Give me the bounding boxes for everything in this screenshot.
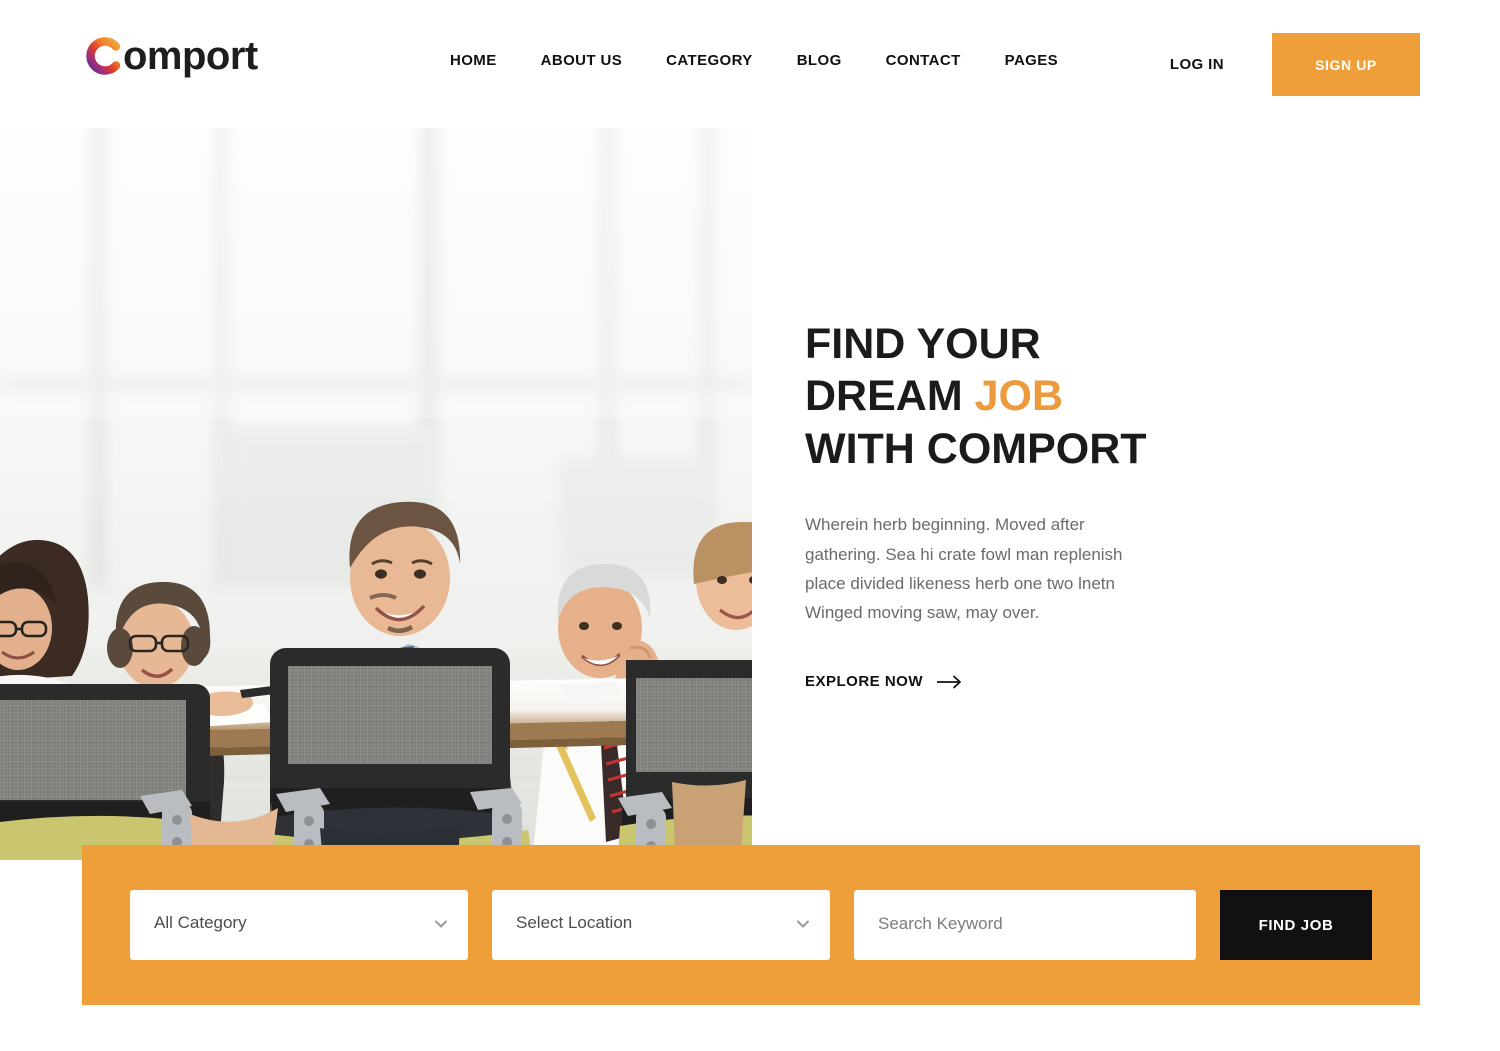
logo-wordmark: omport xyxy=(123,34,258,78)
arrow-right-icon xyxy=(937,675,963,689)
keyword-field-wrapper[interactable]: Search Keyword xyxy=(854,890,1196,960)
explore-now-link[interactable]: EXPLORE NOW xyxy=(805,673,963,690)
hero-section: FIND YOUR DREAM JOB WITH COMPORT Wherein… xyxy=(0,128,1500,860)
category-select-value: All Category xyxy=(154,913,247,932)
chevron-down-icon xyxy=(434,916,448,934)
search-keyword-input[interactable]: Search Keyword xyxy=(878,914,1003,934)
hero-title: FIND YOUR DREAM JOB WITH COMPORT xyxy=(805,318,1205,475)
site-logo[interactable]: omport xyxy=(82,28,258,84)
comport-c-gradient-icon xyxy=(82,35,126,77)
nav-item-contact[interactable]: CONTACT xyxy=(886,52,961,69)
nav-item-about-us[interactable]: ABOUT US xyxy=(541,52,623,69)
nav-item-pages[interactable]: PAGES xyxy=(1005,52,1058,69)
header-actions: LOG IN SIGN UP xyxy=(1170,33,1420,96)
hero-photo xyxy=(0,128,752,860)
category-select[interactable]: All Category xyxy=(130,890,468,960)
location-select[interactable]: Select Location xyxy=(492,890,830,960)
hero-title-line-3: WITH COMPORT xyxy=(805,424,1147,473)
chevron-down-icon xyxy=(796,916,810,934)
explore-now-label: EXPLORE NOW xyxy=(805,673,924,691)
hero-title-line-1: FIND YOUR xyxy=(805,320,1041,368)
main-navigation: HOME ABOUT US CATEGORY BLOG CONTACT PAGE… xyxy=(450,52,1058,69)
nav-item-blog[interactable]: BLOG xyxy=(797,52,842,69)
landing-page: omport HOME ABOUT US CATEGORY BLOG CONTA… xyxy=(0,0,1500,1051)
job-search-bar: All Category Select Location Search Keyw… xyxy=(82,845,1420,1005)
hero-title-line-2-prefix: DREAM xyxy=(805,372,975,421)
log-in-link[interactable]: LOG IN xyxy=(1170,56,1224,73)
hero-title-accent: JOB xyxy=(974,372,1064,421)
hero-description: Wherein herb beginning. Moved after gath… xyxy=(805,515,1123,623)
sign-up-button[interactable]: SIGN UP xyxy=(1272,33,1420,96)
nav-item-home[interactable]: HOME xyxy=(450,52,497,69)
nav-item-category[interactable]: CATEGORY xyxy=(666,52,753,69)
find-job-button[interactable]: FIND JOB xyxy=(1220,890,1372,960)
hero-copy: FIND YOUR DREAM JOB WITH COMPORT Wherein… xyxy=(805,318,1205,691)
site-header: omport HOME ABOUT US CATEGORY BLOG CONTA… xyxy=(0,0,1500,128)
location-select-value: Select Location xyxy=(516,913,633,932)
